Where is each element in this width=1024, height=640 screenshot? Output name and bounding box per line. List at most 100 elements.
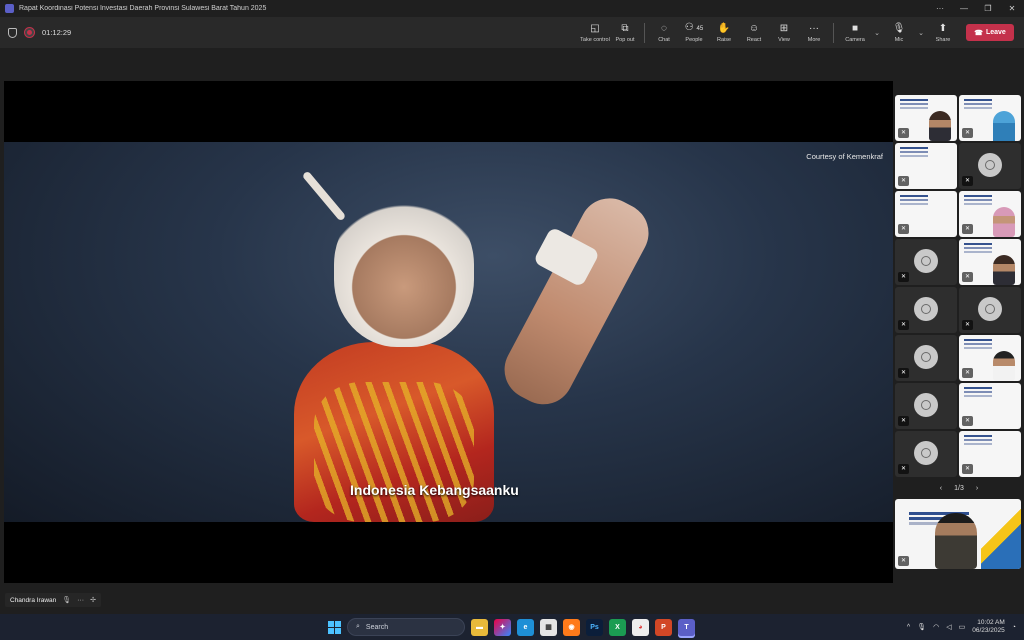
pin-icon[interactable]: ✢ (90, 596, 96, 604)
mic-off-icon: ✕ (962, 176, 973, 186)
gallery-next-button[interactable]: › (976, 485, 978, 492)
shield-icon[interactable] (8, 27, 17, 38)
mic-off-icon: ✕ (962, 272, 973, 282)
view-button[interactable]: ⊞ View (769, 17, 799, 48)
video-courtesy-caption: Courtesy of Kemenkraf (806, 152, 883, 161)
avatar (914, 393, 938, 417)
participant-tile[interactable]: ✕ (895, 287, 957, 333)
mic-off-icon: 🎙 (892, 22, 906, 34)
take-control-button[interactable]: ◱ Take control (580, 17, 610, 48)
more-icon[interactable]: ··· (77, 597, 84, 604)
mic-options-chevron-icon[interactable]: ⌄ (916, 29, 926, 37)
chrome-icon[interactable]: ◕ (632, 618, 649, 636)
battery-icon[interactable]: ▭ (959, 623, 966, 631)
window-more-button[interactable]: ··· (928, 0, 952, 17)
people-button[interactable]: ⚇ 45 People (679, 17, 709, 48)
chat-button[interactable]: ◌ Chat (649, 17, 679, 48)
participant-tile[interactable]: ✕ (895, 383, 957, 429)
mic-icon: 🎙 (62, 597, 72, 604)
people-icon-glyph: ⚇ (684, 22, 694, 33)
wifi-icon[interactable]: ◠ (933, 623, 939, 631)
windows-taskbar: ⌕ Search ▬ ✦ e ▦ ◉ Ps X ◕ P T ^ 🎙 ◠ ◁ ▭ … (0, 614, 1024, 640)
copilot-icon[interactable]: ✦ (494, 618, 511, 636)
pop-out-button[interactable]: ⧉ Pop out (610, 17, 640, 48)
smiley-icon: ☺ (748, 22, 760, 34)
file-explorer-icon[interactable]: ▬ (471, 618, 488, 636)
participant-tile[interactable]: ✕ (959, 95, 1021, 141)
window-title: Rapat Koordinasi Potensi Investasi Daera… (19, 5, 267, 12)
pop-out-label: Pop out (615, 36, 635, 43)
mic-off-icon: ✕ (898, 464, 909, 474)
store-icon[interactable]: ▦ (540, 618, 557, 636)
clock-date: 06/23/2025 (972, 627, 1005, 634)
window-titlebar: Rapat Koordinasi Potensi Investasi Daera… (0, 0, 1024, 17)
teams-icon[interactable]: T (678, 618, 695, 636)
participant-tile[interactable]: ✕ (959, 335, 1021, 381)
window-minimize-button[interactable]: — (952, 0, 976, 17)
taskbar-search[interactable]: ⌕ Search (347, 618, 465, 636)
react-button[interactable]: ☺ React (739, 17, 769, 48)
gallery-pager: ‹ 1/3 › (895, 481, 1023, 495)
avatar (914, 345, 938, 369)
take-control-label: Take control (580, 36, 610, 43)
more-label: More (807, 36, 821, 43)
participant-tile[interactable]: ✕ (959, 191, 1021, 237)
camera-button[interactable]: ■ Camera (838, 17, 872, 48)
mic-off-icon: ✕ (898, 320, 909, 330)
phone-hangup-icon: ☎ (974, 29, 983, 37)
mic-off-icon: ✕ (898, 128, 909, 138)
raise-hand-button[interactable]: ✋ Raise (709, 17, 739, 48)
participant-tile[interactable]: ✕ (895, 191, 957, 237)
gallery-prev-button[interactable]: ‹ (940, 485, 942, 492)
participant-tile[interactable]: ✕ (895, 335, 957, 381)
presenter-name: Chandra Irawan (10, 596, 57, 604)
window-restore-button[interactable]: ❐ (976, 0, 1000, 17)
mic-off-icon: ✕ (898, 224, 909, 234)
powerpoint-icon[interactable]: P (655, 618, 672, 636)
mic-off-icon: ✕ (898, 368, 909, 378)
participant-tile[interactable]: ✕ (895, 95, 957, 141)
participant-tile[interactable]: ✕ (959, 287, 1021, 333)
view-label: View (778, 36, 790, 43)
participant-tile[interactable]: ✕ (895, 239, 957, 285)
share-button[interactable]: ⬆ Share (926, 17, 960, 48)
people-icon: ⚇ 45 (685, 22, 703, 35)
participant-tile[interactable]: ✕ (959, 239, 1021, 285)
chat-label: Chat (658, 36, 670, 43)
pop-out-icon: ⧉ (621, 22, 629, 34)
mic-in-use-icon[interactable]: 🎙 (917, 623, 926, 631)
notification-bell-icon[interactable]: ◔ (1012, 624, 1016, 631)
participant-tile[interactable]: ✕ (959, 383, 1021, 429)
avatar (914, 297, 938, 321)
presenter-name-tag: Chandra Irawan 🎙 ··· ✢ (5, 593, 102, 607)
mic-off-icon: ✕ (898, 416, 909, 426)
raise-label: Raise (716, 36, 732, 43)
tray-overflow-chevron-icon[interactable]: ^ (907, 624, 910, 631)
mic-label: Mic (894, 36, 904, 43)
mic-off-icon: ✕ (962, 464, 973, 474)
gallery-page-indicator: 1/3 (954, 484, 964, 492)
mic-off-icon: ✕ (962, 320, 973, 330)
leave-button[interactable]: ☎ Leave (966, 24, 1014, 41)
taskbar-clock[interactable]: 10:02 AM 06/23/2025 (972, 619, 1005, 635)
participant-tile[interactable]: ✕ (959, 431, 1021, 477)
self-view-video[interactable]: ✕ (895, 499, 1021, 569)
mic-off-icon: ✕ (898, 176, 909, 186)
photoshop-icon[interactable]: Ps (586, 618, 603, 636)
chat-icon: ◌ (661, 22, 667, 34)
volume-icon[interactable]: ◁ (946, 623, 951, 631)
participant-tile[interactable]: ✕ (895, 431, 957, 477)
participant-tile[interactable]: ✕ (895, 143, 957, 189)
participant-tile[interactable]: ✕ (959, 143, 1021, 189)
participant-video (993, 255, 1015, 285)
camera-options-chevron-icon[interactable]: ⌄ (872, 29, 882, 37)
mic-button[interactable]: 🎙 Mic (882, 17, 916, 48)
mic-off-icon: ✕ (898, 272, 909, 282)
participant-video (929, 111, 951, 141)
excel-icon[interactable]: X (609, 618, 626, 636)
windows-start-icon[interactable] (328, 620, 341, 634)
window-close-button[interactable]: ✕ (1000, 0, 1024, 17)
firefox-icon[interactable]: ◉ (563, 618, 580, 636)
more-button[interactable]: ··· More (799, 17, 829, 48)
edge-icon[interactable]: e (517, 618, 534, 636)
